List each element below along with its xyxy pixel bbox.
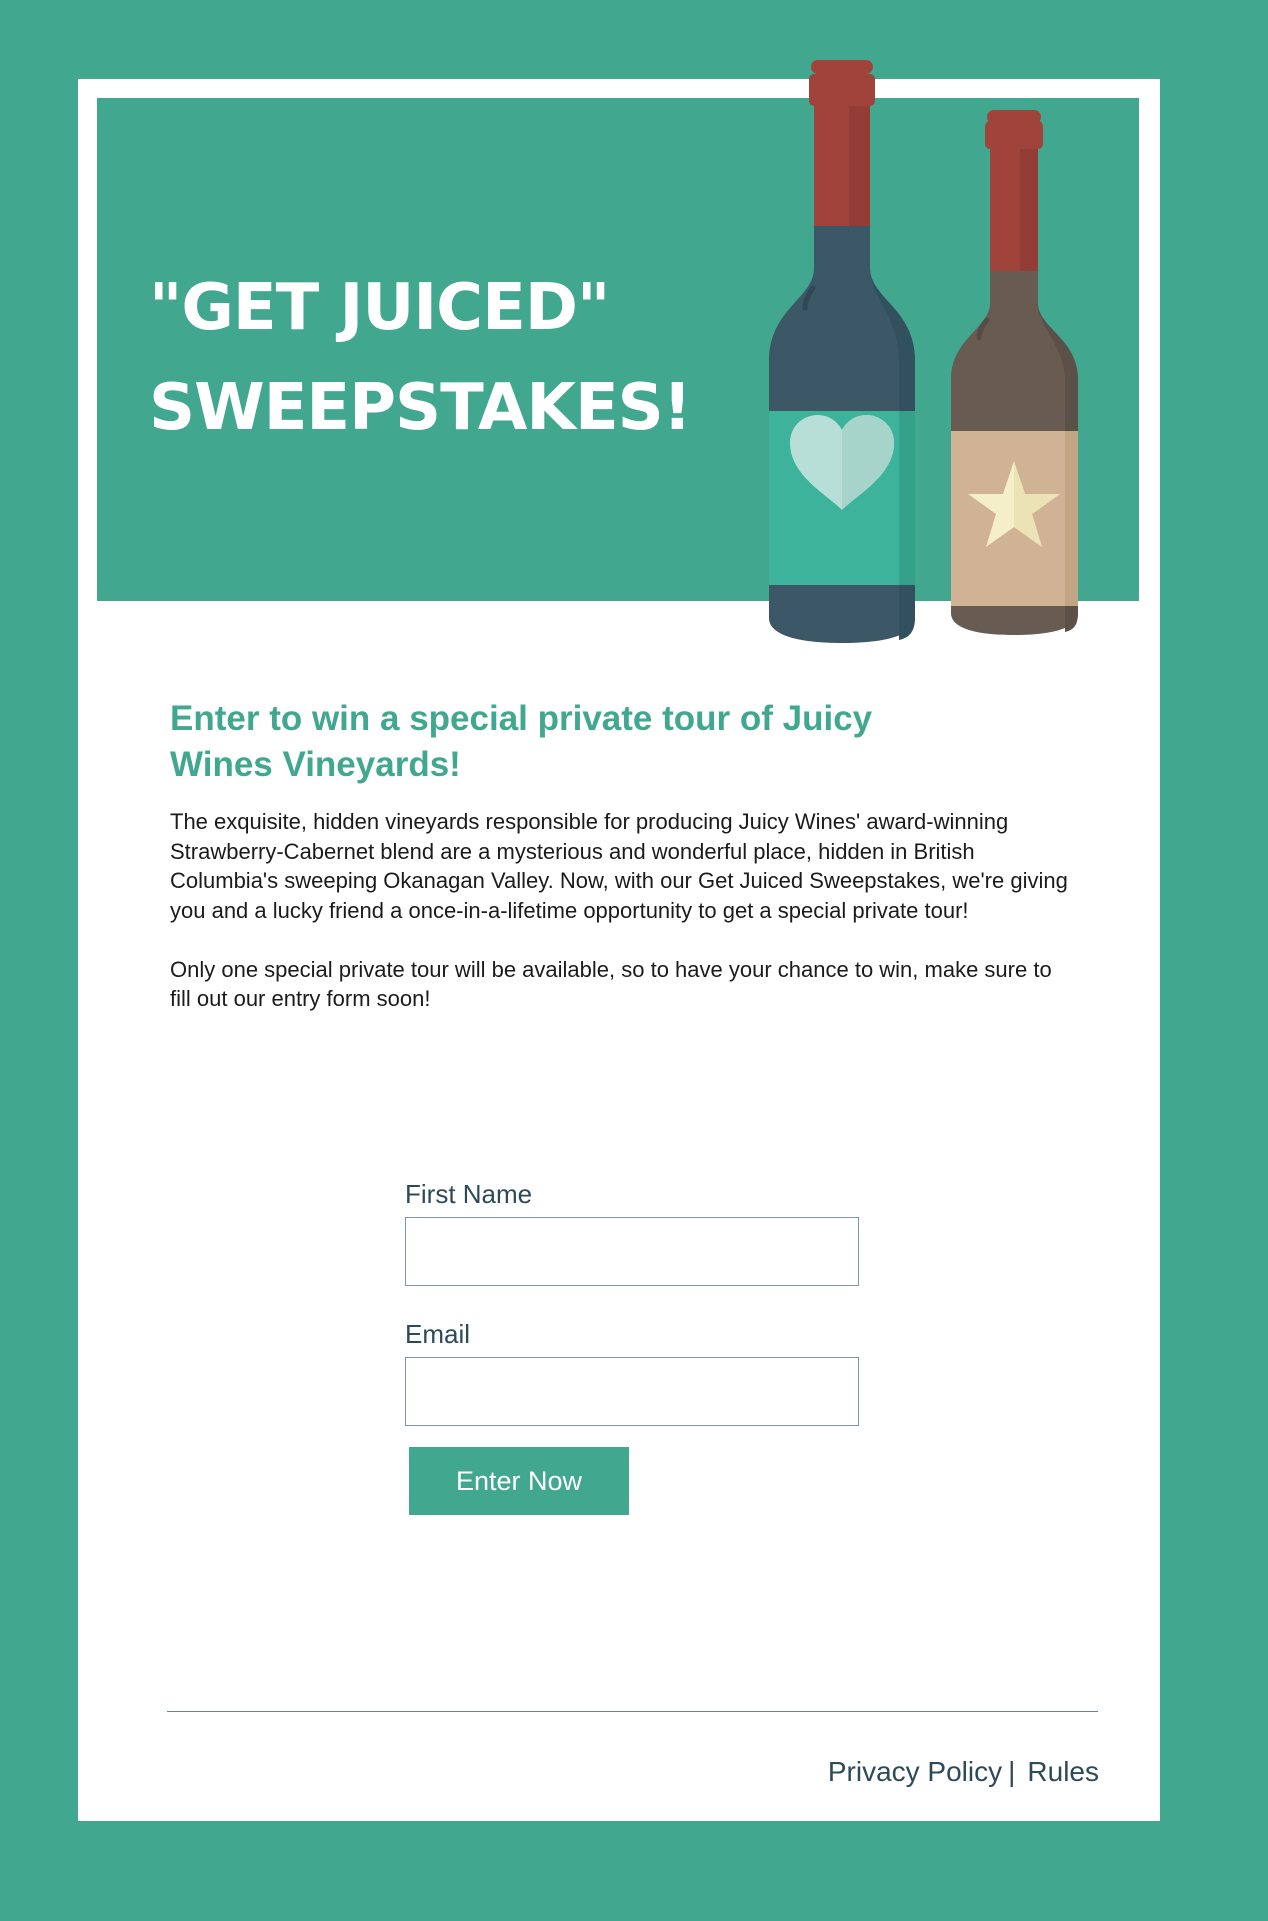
privacy-policy-link[interactable]: Privacy Policy xyxy=(828,1756,1002,1787)
enter-now-button[interactable]: Enter Now xyxy=(409,1447,629,1515)
sweepstakes-card: "GET JUICED" SWEEPSTAKES! Enter to win a… xyxy=(78,60,1160,1821)
email-group: Email xyxy=(405,1317,859,1426)
hero-title-line-2: SWEEPSTAKES! xyxy=(149,371,692,445)
first-name-input[interactable] xyxy=(405,1217,859,1286)
hero-banner: "GET JUICED" SWEEPSTAKES! xyxy=(97,60,1139,643)
first-name-group: First Name xyxy=(405,1177,859,1286)
wine-bottle-heart xyxy=(769,60,915,643)
wine-bottle-star xyxy=(951,110,1078,635)
first-name-label: First Name xyxy=(405,1179,533,1209)
rules-link[interactable]: Rules xyxy=(1027,1756,1099,1787)
wine-bottles-illustration xyxy=(769,60,1078,643)
intro-paragraph-2: Only one special private tour will be av… xyxy=(170,956,1052,1012)
hero-title: "GET JUICED" SWEEPSTAKES! xyxy=(149,258,692,458)
hero-title-line-1: "GET JUICED" xyxy=(149,271,610,345)
footer-divider xyxy=(167,1711,1098,1712)
intro-heading: Enter to win a special private tour of J… xyxy=(170,699,873,784)
entry-form: First Name Email Enter Now xyxy=(405,1177,859,1515)
email-input[interactable] xyxy=(405,1357,859,1426)
footer-separator: | xyxy=(1008,1756,1016,1787)
intro-paragraph-1: The exquisite, hidden vineyards responsi… xyxy=(170,809,1068,923)
intro-text: The exquisite, hidden vineyards responsi… xyxy=(170,807,1070,1043)
footer-links: Privacy Policy | Rules xyxy=(828,1754,1099,1790)
email-label: Email xyxy=(405,1319,471,1349)
